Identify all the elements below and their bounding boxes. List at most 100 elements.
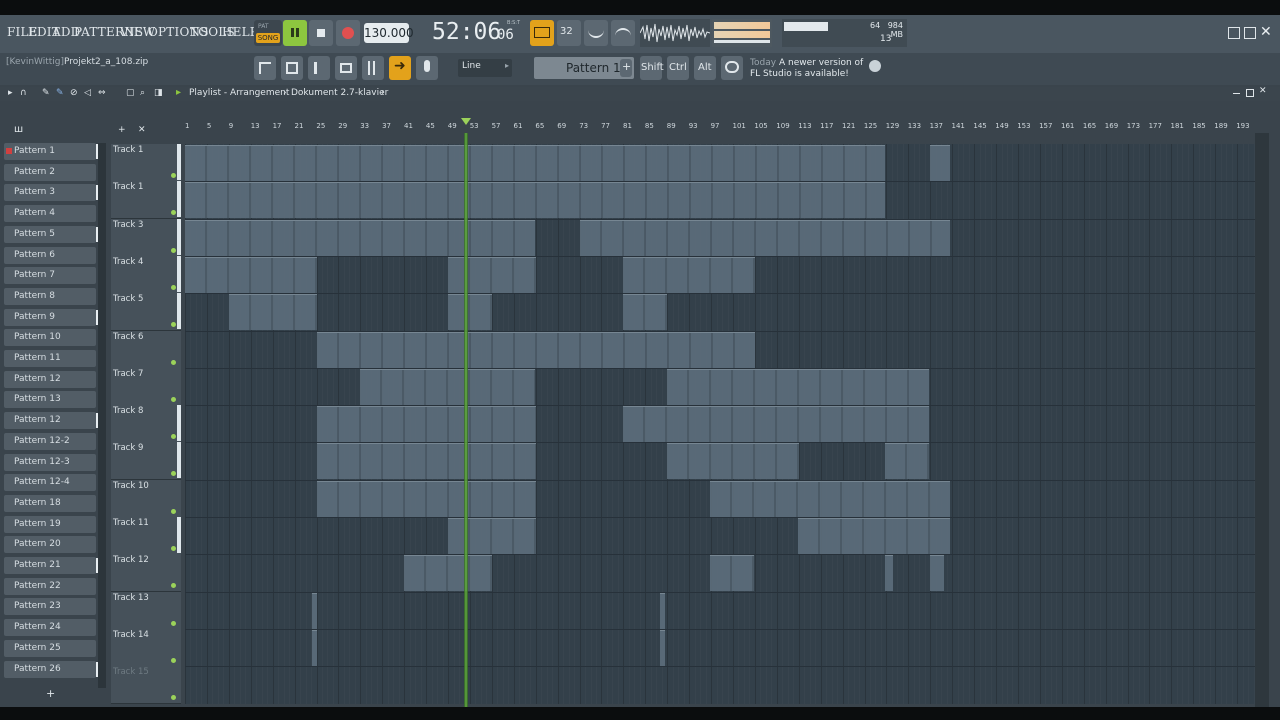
pattern-item[interactable]: Pattern 5 bbox=[4, 225, 99, 243]
playlist-clip[interactable] bbox=[317, 406, 536, 443]
pattern-item[interactable]: Pattern 1 bbox=[4, 143, 99, 160]
pattern-item[interactable]: Pattern 18 bbox=[4, 494, 96, 512]
channel-rack-button[interactable] bbox=[281, 56, 303, 80]
play-arrow-icon[interactable]: ▸ bbox=[8, 88, 13, 98]
playlist-clip[interactable] bbox=[660, 592, 665, 629]
playlist-clip[interactable] bbox=[185, 219, 535, 256]
pattern-item[interactable]: Pattern 4 bbox=[4, 205, 96, 223]
recording-filter-button[interactable] bbox=[611, 20, 635, 46]
playlist-clip[interactable] bbox=[317, 443, 536, 480]
pattern-item[interactable]: Pattern 21 bbox=[4, 557, 99, 574]
stop-button[interactable] bbox=[309, 20, 333, 46]
globe-icon[interactable] bbox=[869, 60, 881, 72]
track-header[interactable]: Track 5 bbox=[111, 293, 181, 332]
play-pause-button[interactable] bbox=[283, 20, 307, 46]
window-minimize-icon[interactable] bbox=[1233, 93, 1240, 94]
playlist-clip[interactable] bbox=[798, 518, 950, 554]
playlist-clip[interactable] bbox=[623, 256, 755, 293]
playhead-marker-icon[interactable] bbox=[461, 118, 471, 125]
pattern-item[interactable]: Pattern 13 bbox=[4, 391, 96, 409]
step-edit-button[interactable]: 32 bbox=[557, 20, 581, 46]
pattern-item[interactable]: Pattern 20 bbox=[4, 536, 96, 554]
snap-selector[interactable]: Line ▸ bbox=[458, 59, 512, 77]
pattern-item[interactable]: Pattern 12-4 bbox=[4, 474, 96, 492]
playlist-clip[interactable] bbox=[448, 294, 492, 331]
pattern-item[interactable]: Pattern 6 bbox=[4, 246, 96, 264]
brush-icon[interactable]: ✎ bbox=[56, 88, 64, 98]
draw-tool-button[interactable]: ➜ bbox=[389, 56, 411, 80]
close-icon[interactable]: ✕ bbox=[1260, 24, 1272, 40]
playlist-clip[interactable] bbox=[360, 368, 535, 405]
track-enable-icon[interactable] bbox=[171, 657, 176, 663]
pattern-selector[interactable]: Pattern 1 bbox=[534, 57, 634, 79]
pattern-item[interactable]: Pattern 2 bbox=[4, 163, 96, 181]
browser-button[interactable] bbox=[335, 56, 357, 80]
hint-panel-button[interactable] bbox=[721, 56, 743, 80]
playlist-clip[interactable] bbox=[229, 294, 317, 331]
pattern-item[interactable]: Pattern 7 bbox=[4, 267, 96, 285]
playback-icon[interactable]: ◨ bbox=[154, 88, 163, 98]
timeline-ruler[interactable]: 1 5 9 13 17 21 25 29 33 37 41 45 49 53 57 61 65 69 73 77 81 8… bbox=[185, 118, 1255, 134]
menu-help[interactable]: HELP bbox=[222, 25, 258, 39]
pattern-item[interactable]: Pattern 23 bbox=[4, 598, 96, 616]
playlist-clip[interactable] bbox=[448, 518, 536, 554]
arrangement-grid[interactable] bbox=[185, 144, 1255, 704]
alt-key-button[interactable]: Alt bbox=[694, 56, 716, 80]
track-enable-icon[interactable] bbox=[171, 434, 176, 440]
track-header[interactable]: Track 6 bbox=[111, 330, 181, 369]
track-header[interactable]: Track 3 bbox=[111, 218, 181, 257]
pattern-item[interactable]: Pattern 24 bbox=[4, 619, 96, 637]
playlist-clip[interactable] bbox=[312, 592, 317, 629]
picker-icon[interactable]: ш bbox=[14, 124, 23, 135]
minimize-icon[interactable] bbox=[1228, 27, 1240, 39]
add-track-icon[interactable]: + bbox=[118, 125, 126, 135]
playlist-clip[interactable] bbox=[667, 368, 929, 405]
pattern-item[interactable]: Pattern 8 bbox=[4, 287, 96, 305]
track-enable-icon[interactable] bbox=[171, 284, 176, 290]
playlist-clip[interactable] bbox=[710, 480, 950, 517]
zoom-icon[interactable]: ⌕ bbox=[140, 88, 145, 98]
pattern-item[interactable]: Pattern 22 bbox=[4, 577, 96, 595]
window-close-icon[interactable]: ✕ bbox=[1259, 86, 1267, 96]
mixer-button[interactable] bbox=[362, 56, 384, 80]
record-button[interactable] bbox=[336, 20, 360, 46]
window-maximize-icon[interactable] bbox=[1246, 89, 1254, 97]
track-header[interactable]: Track 1 bbox=[111, 181, 181, 220]
microphone-button[interactable] bbox=[416, 56, 438, 80]
pattern-item[interactable]: Pattern 12 bbox=[4, 370, 96, 388]
track-header[interactable]: Track 15 bbox=[111, 666, 181, 705]
mute-icon[interactable]: ◁ bbox=[84, 88, 91, 98]
restore-icon[interactable] bbox=[1244, 27, 1256, 39]
vertical-scrollbar[interactable] bbox=[1255, 133, 1269, 707]
song-time-display[interactable]: 52:06 bbox=[432, 19, 501, 45]
tempo-display[interactable]: 130.000 bbox=[364, 23, 414, 43]
track-header[interactable]: Track 10 bbox=[111, 479, 181, 518]
pattern-item[interactable]: Pattern 25 bbox=[4, 639, 96, 657]
track-enable-icon[interactable] bbox=[171, 620, 176, 626]
track-header[interactable]: Track 8 bbox=[111, 405, 181, 444]
track-header[interactable]: Track 11 bbox=[111, 517, 181, 555]
playlist-clip[interactable] bbox=[312, 629, 317, 666]
blend-notes-button[interactable] bbox=[584, 20, 608, 46]
playlist-clip[interactable] bbox=[885, 443, 929, 480]
pencil-icon[interactable]: ✎ bbox=[42, 88, 50, 98]
playlist-button[interactable] bbox=[254, 56, 276, 80]
pattern-item[interactable]: Pattern 12-3 bbox=[4, 453, 96, 471]
news-line-1[interactable]: A newer version of bbox=[779, 58, 863, 68]
playlist-clip[interactable] bbox=[623, 406, 929, 443]
playlist-clip[interactable] bbox=[580, 219, 950, 256]
add-pattern-button[interactable]: + bbox=[620, 59, 632, 77]
playlist-clip[interactable] bbox=[404, 555, 492, 592]
pattern-item[interactable]: Pattern 19 bbox=[4, 515, 96, 533]
playlist-clip[interactable] bbox=[885, 555, 893, 592]
playlist-clip[interactable] bbox=[710, 555, 754, 592]
pattern-list-scrollbar[interactable] bbox=[98, 143, 106, 688]
track-enable-icon[interactable] bbox=[171, 583, 176, 589]
pattern-item[interactable]: Pattern 9 bbox=[4, 308, 99, 326]
playlist-clip[interactable] bbox=[185, 182, 885, 219]
playhead[interactable] bbox=[464, 133, 468, 707]
playlist-clip[interactable] bbox=[623, 294, 667, 331]
add-pattern-icon[interactable]: + bbox=[46, 687, 55, 700]
slip-icon[interactable]: ⇔ bbox=[98, 88, 106, 98]
playlist-clip[interactable] bbox=[930, 555, 944, 592]
